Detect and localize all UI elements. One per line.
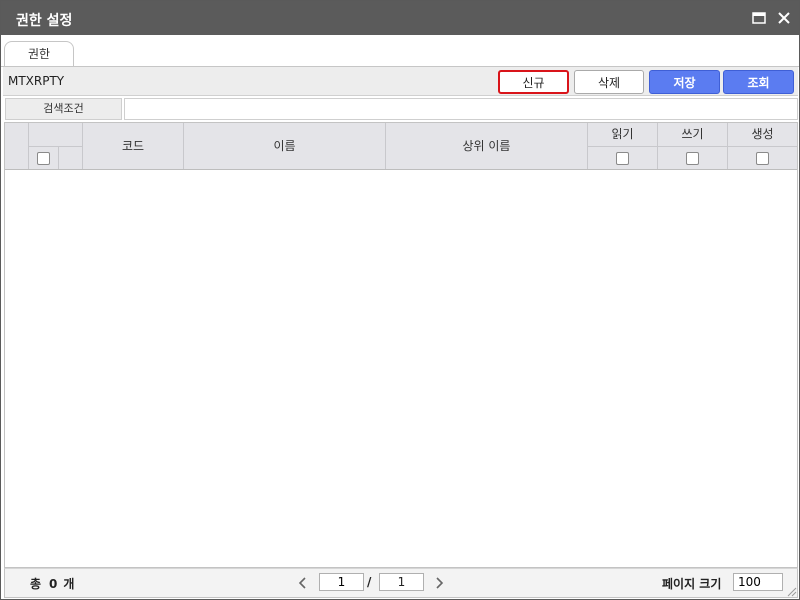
create-all-checkbox[interactable] xyxy=(756,152,769,165)
tab-permission[interactable]: 권한 xyxy=(4,41,74,68)
query-button[interactable]: 조회 xyxy=(723,70,794,94)
total-pages: 1 xyxy=(379,573,424,591)
column-header-write[interactable]: 쓰기 xyxy=(658,123,728,146)
column-header-create[interactable]: 생성 xyxy=(728,123,797,146)
page-separator: / xyxy=(367,575,372,589)
grid-header: 코드 이름 상위 이름 읽기 쓰기 생성 xyxy=(5,123,797,170)
maximize-icon[interactable] xyxy=(750,9,768,27)
total-count-value: 0 xyxy=(49,577,58,591)
select-all-cell xyxy=(29,146,59,169)
status-bar: 총0개 / 1 페이지 크기 xyxy=(4,568,798,598)
column-header-code[interactable]: 코드 xyxy=(83,123,184,169)
page-size-label: 페이지 크기 xyxy=(662,577,722,591)
column-header-read[interactable]: 읽기 xyxy=(588,123,658,146)
delete-button[interactable]: 삭제 xyxy=(574,70,644,94)
screen-code: MTXRPTY xyxy=(8,74,65,88)
select-column-header xyxy=(29,123,83,146)
write-all-checkbox[interactable] xyxy=(686,152,699,165)
total-count: 총0개 xyxy=(30,575,74,592)
next-page-icon[interactable] xyxy=(432,572,446,592)
total-prefix: 총 xyxy=(30,577,42,591)
page-size-input[interactable] xyxy=(733,573,783,591)
window-title: 권한 설정 xyxy=(16,13,73,29)
search-condition-label: 검색조건 xyxy=(5,98,122,120)
current-page-input[interactable] xyxy=(319,573,364,591)
read-all-cell xyxy=(588,146,658,169)
total-suffix: 개 xyxy=(63,577,75,591)
row-indicator-header xyxy=(5,123,29,169)
select-all-checkbox[interactable] xyxy=(37,152,50,165)
search-row: 검색조건 xyxy=(3,97,798,122)
create-all-cell xyxy=(728,146,797,169)
permission-grid: 코드 이름 상위 이름 읽기 쓰기 생성 xyxy=(4,122,798,568)
toolbar: MTXRPTY 신규 삭제 저장 조회 xyxy=(3,67,798,96)
select-status-cell xyxy=(59,146,83,169)
title-bar: 권한 설정 xyxy=(1,1,799,35)
resize-grip-icon[interactable] xyxy=(785,585,797,597)
grid-body xyxy=(5,170,797,567)
write-all-cell xyxy=(658,146,728,169)
column-header-name[interactable]: 이름 xyxy=(184,123,386,169)
search-condition-input[interactable] xyxy=(124,98,798,120)
save-button[interactable]: 저장 xyxy=(649,70,720,94)
permission-settings-window: 권한 설정 권한 MTXRPTY 신규 삭제 저장 조회 검색조건 코드 이름 … xyxy=(0,0,800,600)
column-header-parent-name[interactable]: 상위 이름 xyxy=(386,123,588,169)
close-icon[interactable] xyxy=(775,9,793,27)
read-all-checkbox[interactable] xyxy=(616,152,629,165)
tab-strip: 권한 xyxy=(1,35,799,68)
new-button[interactable]: 신규 xyxy=(498,70,569,94)
prev-page-icon[interactable] xyxy=(296,572,310,592)
